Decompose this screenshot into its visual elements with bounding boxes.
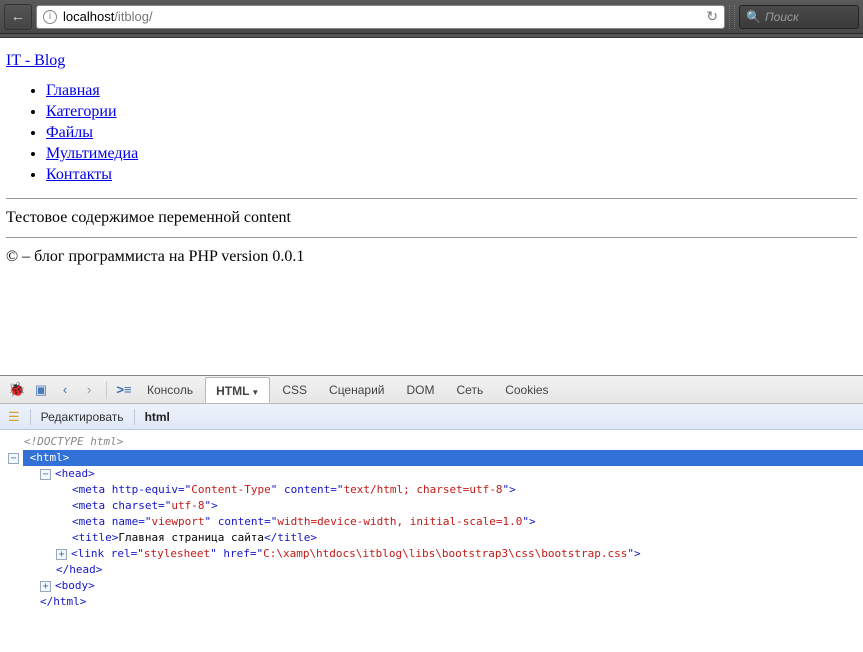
- arrow-left-icon: ←: [11, 8, 26, 25]
- tree-body-open[interactable]: +<body>: [8, 578, 863, 594]
- reload-icon[interactable]: ↻: [706, 8, 718, 25]
- site-title-link[interactable]: IT - Blog: [6, 52, 65, 69]
- tree-title[interactable]: <title>Главная страница сайта</title>: [8, 530, 863, 546]
- edit-button[interactable]: Редактировать: [41, 410, 124, 424]
- tab-dom[interactable]: DOM: [397, 377, 445, 403]
- tree-doctype[interactable]: <!DOCTYPE html>: [8, 434, 863, 450]
- tree-meta3[interactable]: <meta name="viewport" content="width=dev…: [8, 514, 863, 530]
- chevron-down-icon: ▼: [251, 388, 259, 397]
- search-bar[interactable]: 🔍 Поиск: [739, 5, 859, 29]
- tab-cookies[interactable]: Cookies: [495, 377, 558, 403]
- tree-meta2[interactable]: <meta charset="utf-8">: [8, 498, 863, 514]
- footer-text: © – блог программиста на PHP version 0.0…: [6, 248, 857, 266]
- drag-handle[interactable]: [729, 5, 735, 29]
- tab-net[interactable]: Сеть: [447, 377, 494, 403]
- divider: [6, 237, 857, 238]
- firebug-icon[interactable]: 🐞: [6, 380, 28, 400]
- devtools-tabs: 🐞 ▣ ‹ › >≡ Консоль HTML▼ CSS Сценарий DO…: [0, 376, 863, 404]
- collapse-icon[interactable]: −: [40, 469, 51, 480]
- list-item: Контакты: [46, 166, 857, 184]
- devtools-panel: 🐞 ▣ ‹ › >≡ Консоль HTML▼ CSS Сценарий DO…: [0, 375, 863, 652]
- info-icon[interactable]: i: [43, 10, 57, 24]
- back-button[interactable]: ←: [4, 4, 32, 30]
- nav-link[interactable]: Категории: [46, 103, 117, 120]
- nav-link[interactable]: Мультимедиа: [46, 145, 138, 162]
- collapse-icon[interactable]: −: [8, 453, 19, 464]
- tree-html-close[interactable]: </html>: [8, 594, 863, 610]
- search-placeholder: Поиск: [765, 10, 799, 24]
- expand-icon[interactable]: +: [40, 581, 51, 592]
- separator: [30, 409, 31, 425]
- tab-html[interactable]: HTML▼: [205, 377, 270, 403]
- inspect-icon[interactable]: ▣: [30, 380, 52, 400]
- search-icon: 🔍: [746, 10, 761, 24]
- nav-link[interactable]: Главная: [46, 82, 100, 99]
- tree-head-open[interactable]: −<head>: [8, 466, 863, 482]
- list-item: Главная: [46, 82, 857, 100]
- nav-link[interactable]: Контакты: [46, 166, 112, 183]
- tree-meta1[interactable]: <meta http-equiv="Content-Type" content=…: [8, 482, 863, 498]
- console-icon[interactable]: >≡: [113, 380, 135, 400]
- devtools-subbar: ☰ Редактировать html: [0, 404, 863, 430]
- list-item: Категории: [46, 103, 857, 121]
- tree-link[interactable]: +<link rel="stylesheet" href="C:\xamp\ht…: [8, 546, 863, 562]
- nav-link[interactable]: Файлы: [46, 124, 93, 141]
- list-item: Мультимедиа: [46, 145, 857, 163]
- tab-script[interactable]: Сценарий: [319, 377, 394, 403]
- tree-html-open[interactable]: − <html>: [8, 450, 863, 466]
- url-bar[interactable]: i localhost/itblog/ ↻: [36, 5, 725, 29]
- separator: [106, 381, 107, 399]
- nav-prev-icon[interactable]: ‹: [54, 380, 76, 400]
- separator: [134, 409, 135, 425]
- tree-head-close[interactable]: </head>: [8, 562, 863, 578]
- nav-list: Главная Категории Файлы Мультимедиа Конт…: [6, 82, 857, 184]
- dom-tree[interactable]: <!DOCTYPE html> − <html> −<head> <meta h…: [0, 430, 863, 652]
- tab-console[interactable]: Консоль: [137, 377, 203, 403]
- url-text: localhost/itblog/: [63, 9, 700, 24]
- nav-next-icon[interactable]: ›: [78, 380, 100, 400]
- list-item: Файлы: [46, 124, 857, 142]
- page-content: IT - Blog Главная Категории Файлы Мульти…: [0, 38, 863, 280]
- divider: [6, 198, 857, 199]
- expand-icon[interactable]: +: [56, 549, 67, 560]
- tab-css[interactable]: CSS: [272, 377, 317, 403]
- breadcrumb[interactable]: html: [145, 410, 170, 424]
- list-icon[interactable]: ☰: [8, 409, 20, 425]
- browser-toolbar: ← i localhost/itblog/ ↻ 🔍 Поиск: [0, 0, 863, 34]
- content-text: Тестовое содержимое переменной content: [6, 209, 857, 227]
